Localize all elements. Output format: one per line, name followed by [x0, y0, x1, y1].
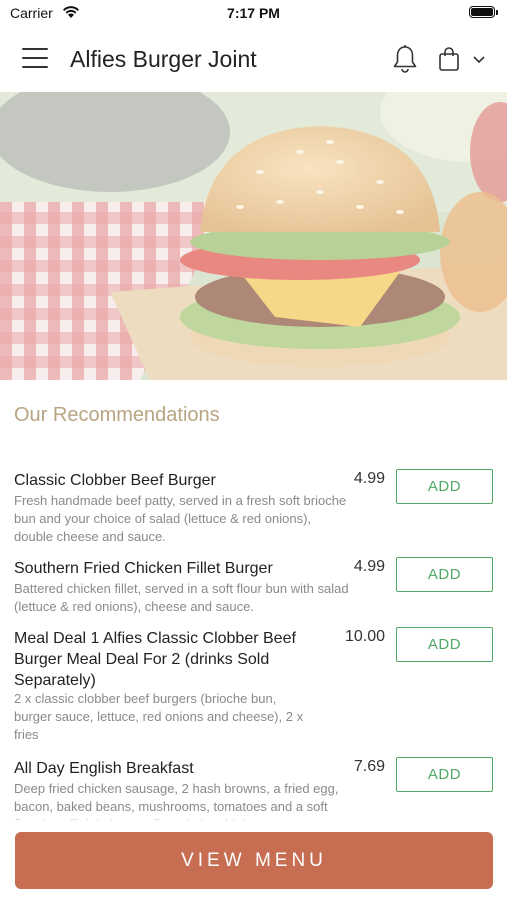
item-price: 4.99	[353, 558, 385, 575]
chevron-down-icon[interactable]	[472, 54, 486, 66]
shopping-bag-icon[interactable]	[438, 46, 460, 72]
item-name: All Day English Breakfast	[14, 760, 194, 777]
item-price: 4.99	[353, 470, 385, 487]
add-button[interactable]: ADD	[396, 469, 493, 504]
item-description: Deep fried chicken sausage, 2 hash brown…	[14, 781, 339, 820]
menu-icon[interactable]	[22, 48, 48, 70]
hero-image	[0, 92, 507, 380]
add-button[interactable]: ADD	[396, 757, 493, 792]
add-button[interactable]: ADD	[396, 627, 493, 662]
battery-icon	[469, 6, 495, 18]
bell-icon[interactable]	[391, 44, 419, 74]
status-bar: Carrier 7:17 PM	[0, 0, 507, 26]
item-name: Southern Fried Chicken Fillet Burger	[14, 560, 273, 577]
item-price: 10.00	[344, 628, 385, 645]
item-description: Battered chicken fillet, served in a sof…	[14, 581, 349, 614]
recommendations-list: Classic Clobber Beef Burger Fresh handma…	[0, 460, 507, 820]
app-header: Alfies Burger Joint	[0, 28, 507, 92]
status-time: 7:17 PM	[227, 5, 280, 21]
page-title: Alfies Burger Joint	[70, 46, 257, 72]
item-price: 7.69	[353, 758, 385, 775]
item-description: 2 x classic clobber beef burgers (brioch…	[14, 691, 304, 742]
view-menu-button[interactable]: VIEW MENU	[15, 832, 493, 889]
section-title: Our Recommendations	[14, 404, 220, 426]
item-name: Classic Clobber Beef Burger	[14, 472, 216, 489]
add-button[interactable]: ADD	[396, 557, 493, 592]
item-name: Meal Deal 1 Alfies Classic Clobber Beef …	[14, 630, 296, 689]
item-description: Fresh handmade beef patty, served in a f…	[14, 493, 347, 544]
